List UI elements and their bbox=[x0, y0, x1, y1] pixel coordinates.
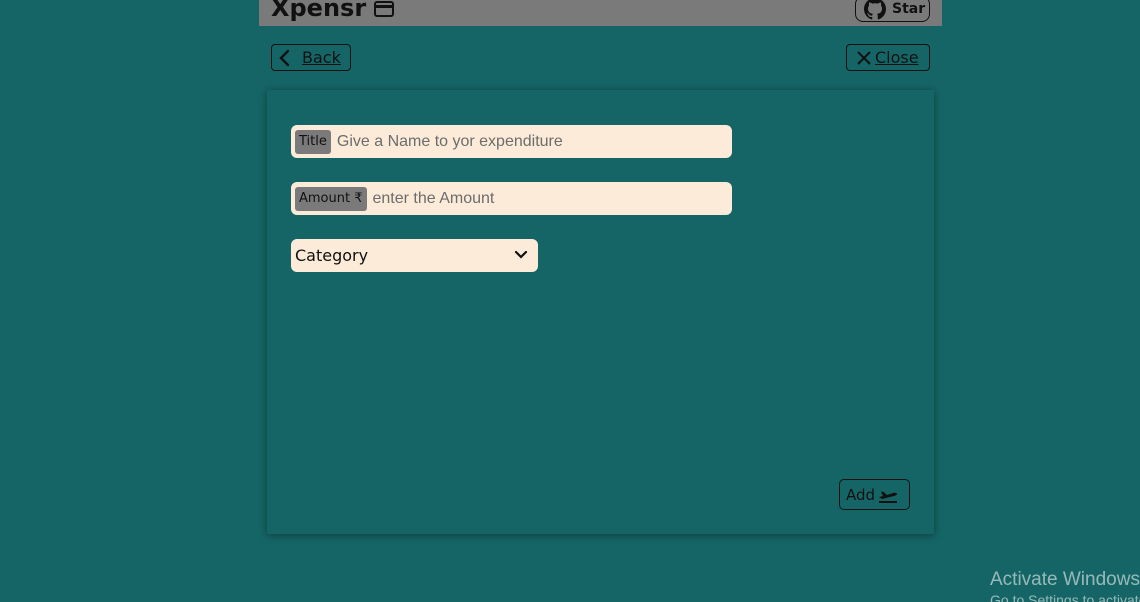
app-title: Xpensr bbox=[271, 0, 367, 22]
chevron-down-icon bbox=[514, 250, 528, 259]
title-field[interactable]: Title Give a Name to yor expenditure bbox=[291, 125, 732, 158]
title-input[interactable]: Give a Name to yor expenditure bbox=[337, 133, 563, 151]
top-header: Xpensr Star bbox=[259, 0, 942, 26]
amount-field[interactable]: Amount ₹ enter the Amount bbox=[291, 182, 732, 215]
windows-activation-watermark: Activate Windows Go to Settings to activ… bbox=[990, 569, 1140, 602]
close-label: Close bbox=[875, 48, 919, 67]
close-button[interactable]: Close bbox=[846, 44, 930, 71]
watermark-line1: Activate Windows bbox=[990, 569, 1140, 590]
amount-tag: Amount ₹ bbox=[295, 186, 367, 211]
category-value: Category bbox=[295, 246, 369, 265]
plane-departure-icon bbox=[879, 491, 898, 503]
title-tag: Title bbox=[295, 129, 331, 154]
brand: Xpensr bbox=[271, 0, 395, 22]
category-select[interactable]: Category bbox=[291, 239, 538, 272]
github-star-button[interactable]: Star bbox=[855, 0, 930, 22]
app-root: Xpensr Star Back Close Title Give a Name… bbox=[0, 0, 1140, 602]
back-label: Back bbox=[302, 48, 341, 67]
add-button[interactable]: Add bbox=[839, 479, 910, 510]
close-icon bbox=[857, 50, 871, 65]
github-icon bbox=[864, 0, 886, 20]
star-label: Star bbox=[892, 1, 926, 17]
chevron-left-icon bbox=[279, 49, 290, 66]
add-label: Add bbox=[846, 485, 876, 504]
watermark-line2: Go to Settings to activate Windows. bbox=[990, 592, 1140, 602]
back-button[interactable]: Back bbox=[271, 44, 351, 71]
amount-input[interactable]: enter the Amount bbox=[373, 190, 495, 208]
expense-form-panel: Title Give a Name to yor expenditure Amo… bbox=[267, 90, 934, 534]
credit-card-icon bbox=[374, 1, 395, 17]
